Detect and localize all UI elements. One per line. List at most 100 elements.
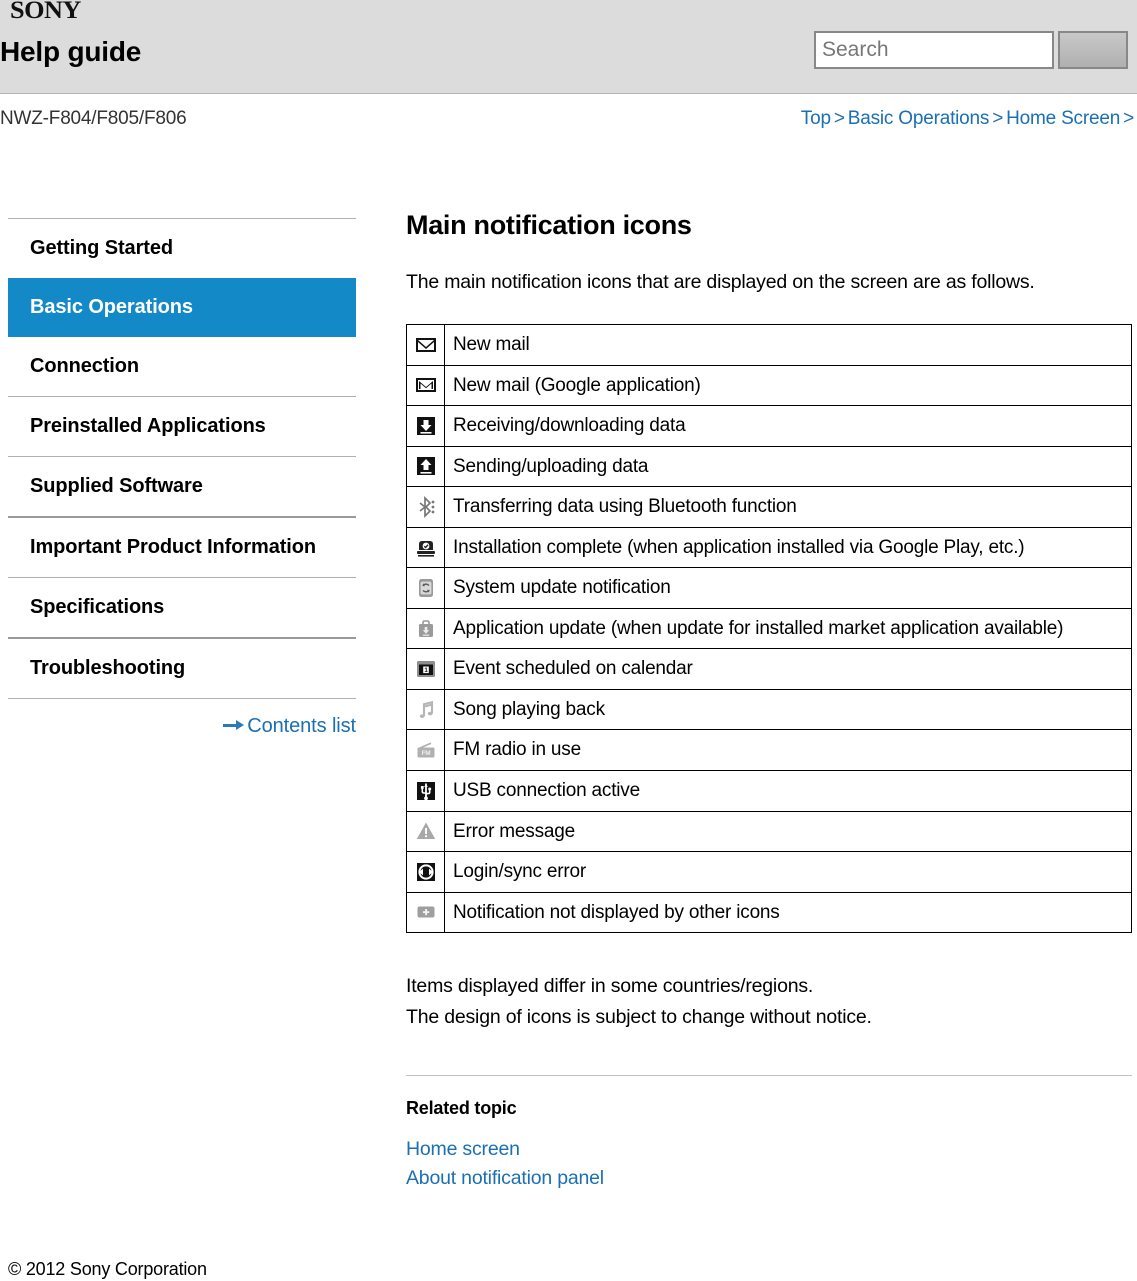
table-row: New mail <box>406 324 1132 366</box>
icon-cell <box>406 810 445 853</box>
related-topic-heading: Related topic <box>406 1097 517 1118</box>
icon-description: Receiving/downloading data <box>444 405 1132 447</box>
sidebar-item-supplied-software[interactable]: Supplied Software <box>8 457 356 516</box>
icon-description: New mail (Google application) <box>444 364 1132 407</box>
icon-cell <box>406 486 445 528</box>
sidebar-item-specifications[interactable]: Specifications <box>8 578 356 637</box>
envelope-icon <box>414 333 438 357</box>
icon-description: USB connection active <box>444 770 1132 812</box>
icon-description: Application update (when update for inst… <box>444 607 1132 650</box>
usb-icon <box>414 779 438 803</box>
table-row: Error message <box>406 810 1132 853</box>
related-link-home-screen[interactable]: Home screen <box>406 1135 1132 1165</box>
icon-cell <box>406 364 445 407</box>
icon-cell <box>406 891 445 934</box>
breadcrumb-separator: > <box>833 108 845 129</box>
arrow-right-icon <box>223 720 245 730</box>
icon-cell <box>406 688 445 731</box>
icon-cell: 1 <box>406 648 445 690</box>
table-row: Login/sync error <box>406 851 1132 893</box>
related-divider <box>406 1074 1132 1076</box>
page-header: SONY Help guide <box>0 0 1137 94</box>
model-number-label: NWZ-F804/F805/F806 <box>0 108 187 129</box>
icon-description: Error message <box>444 810 1132 853</box>
copyright-footer: © 2012 Sony Corporation <box>8 1259 207 1279</box>
sidebar-item-important-product-information[interactable]: Important Product Information <box>8 518 356 577</box>
icon-cell <box>406 607 445 650</box>
intro-paragraph: The main notification icons that are dis… <box>406 271 1035 293</box>
download-arrow-icon <box>414 414 438 438</box>
music-note-icon <box>414 698 438 722</box>
table-row: Installation complete (when application … <box>406 526 1132 569</box>
sidebar-item-preinstalled-applications[interactable]: Preinstalled Applications <box>8 397 356 456</box>
install-complete-icon <box>414 536 438 560</box>
calendar-event-icon: 1 <box>414 657 438 681</box>
svg-text:FM: FM <box>421 750 430 757</box>
table-row: Application update (when update for inst… <box>406 607 1132 650</box>
icon-cell <box>406 567 445 609</box>
icon-description: Sending/uploading data <box>444 445 1132 488</box>
icon-cell <box>406 526 445 569</box>
breadcrumb-item-home-screen[interactable]: Home Screen <box>1006 108 1120 129</box>
icon-description: Notification not displayed by other icon… <box>444 891 1132 934</box>
sidebar-divider <box>8 698 356 699</box>
table-row: USB connection active <box>406 770 1132 812</box>
contents-list-row: Contents list <box>8 715 356 738</box>
icon-description: Transferring data using Bluetooth functi… <box>444 486 1132 528</box>
sidebar-item-troubleshooting[interactable]: Troubleshooting <box>8 639 356 698</box>
search-button[interactable] <box>1058 31 1128 69</box>
breadcrumb-separator: > <box>992 108 1004 129</box>
system-update-icon <box>414 576 438 600</box>
breadcrumb-item-basic-operations[interactable]: Basic Operations <box>848 108 990 129</box>
content-heading: Main notification icons <box>406 210 692 240</box>
search-input[interactable] <box>814 31 1054 69</box>
icon-description: Login/sync error <box>444 851 1132 893</box>
sync-error-icon <box>414 860 438 884</box>
icon-cell <box>406 405 445 447</box>
icon-cell <box>406 324 445 366</box>
bluetooth-transfer-icon <box>414 495 438 519</box>
table-row: Notification not displayed by other icon… <box>406 891 1132 934</box>
icon-description: Song playing back <box>444 688 1132 731</box>
notes-block: Items displayed differ in some countries… <box>406 971 1132 1033</box>
sony-logo: SONY <box>10 0 81 24</box>
table-row: Transferring data using Bluetooth functi… <box>406 486 1132 528</box>
table-row: Song playing back <box>406 688 1132 731</box>
icon-description: New mail <box>444 324 1132 366</box>
icon-description: Installation complete (when application … <box>444 526 1132 569</box>
contents-list-link[interactable]: Contents list <box>247 715 356 737</box>
warning-triangle-icon <box>414 819 438 843</box>
table-row: Sending/uploading data <box>406 445 1132 488</box>
page-title-help-guide: Help guide <box>0 36 142 67</box>
table-row: Receiving/downloading data <box>406 405 1132 447</box>
upload-arrow-icon <box>414 454 438 478</box>
icon-cell: FM <box>406 729 445 772</box>
breadcrumb-item-top[interactable]: Top <box>801 108 831 129</box>
search-area <box>814 31 1128 69</box>
notification-icons-table: New mail New mail (Google application) R… <box>406 324 1132 934</box>
related-topic-links: Home screen About notification panel <box>406 1135 1132 1194</box>
note-line: Items displayed differ in some countries… <box>406 975 814 998</box>
sidebar-item-getting-started[interactable]: Getting Started <box>8 219 356 278</box>
table-row: New mail (Google application) <box>406 364 1132 407</box>
table-row: 1 Event scheduled on calendar <box>406 648 1132 690</box>
related-link-about-notification-panel[interactable]: About notification panel <box>406 1164 1132 1194</box>
icon-description: System update notification <box>444 567 1132 609</box>
gmail-envelope-icon <box>414 373 438 397</box>
icon-description: Event scheduled on calendar <box>444 648 1132 690</box>
sidebar-item-connection[interactable]: Connection <box>8 337 356 396</box>
icon-cell <box>406 851 445 893</box>
sidebar-item-basic-operations[interactable]: Basic Operations <box>8 278 356 337</box>
icon-cell <box>406 770 445 812</box>
app-update-bag-icon <box>414 617 438 641</box>
plus-badge-icon <box>414 900 438 924</box>
icon-cell <box>406 445 445 488</box>
fm-radio-icon: FM <box>414 738 438 762</box>
icon-description: FM radio in use <box>444 729 1132 772</box>
breadcrumb-separator-trailing: > <box>1123 108 1134 129</box>
sidebar-navigation: Getting Started Basic Operations Connect… <box>8 218 356 738</box>
table-row: FM FM radio in use <box>406 729 1132 772</box>
table-row: System update notification <box>406 567 1132 609</box>
note-line: The design of icons is subject to change… <box>406 1006 872 1028</box>
breadcrumb: Top > Basic Operations > Home Screen > <box>801 108 1137 130</box>
